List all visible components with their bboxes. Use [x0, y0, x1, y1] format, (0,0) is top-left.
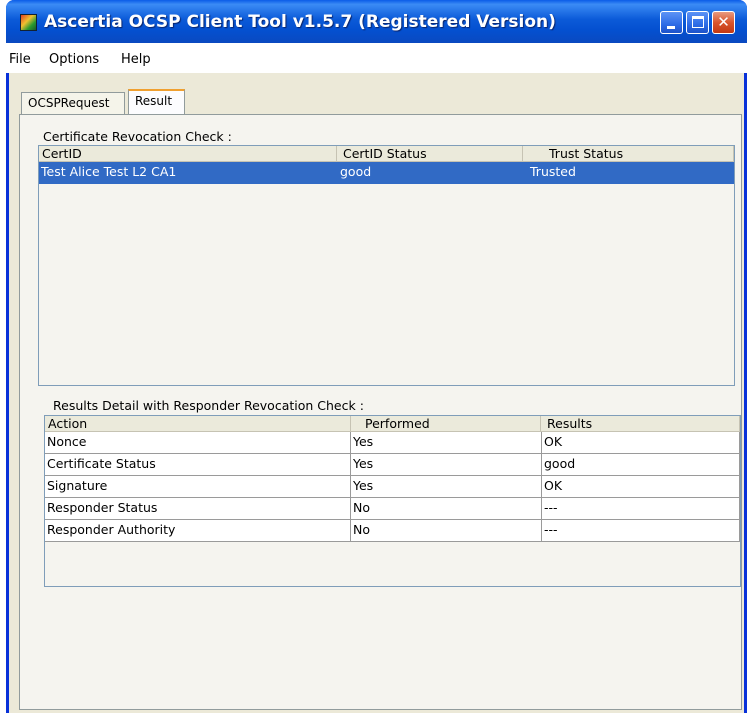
table-row[interactable]: Responder Status No --- — [45, 498, 740, 520]
column-header-trust-status[interactable]: Trust Status — [523, 146, 734, 162]
cell-action: Certificate Status — [45, 454, 351, 476]
table-row[interactable]: Test Alice Test L2 CA1 good Trusted — [39, 162, 734, 184]
cell-action: Responder Status — [45, 498, 351, 520]
column-header-performed[interactable]: Performed — [351, 416, 541, 432]
table-row[interactable]: Nonce Yes OK — [45, 432, 740, 454]
cell-certid: Test Alice Test L2 CA1 — [39, 162, 338, 184]
column-header-certid-status[interactable]: CertID Status — [337, 146, 523, 162]
table-row[interactable]: Certificate Status Yes good — [45, 454, 740, 476]
cell-performed: No — [351, 498, 542, 520]
tab-ocsprequest[interactable]: OCSPRequest — [21, 92, 125, 115]
cell-result: good — [542, 454, 740, 476]
close-button[interactable]: ✕ — [712, 11, 735, 34]
table-row[interactable]: Signature Yes OK — [45, 476, 740, 498]
menu-options[interactable]: Options — [49, 52, 99, 67]
minimize-icon — [667, 26, 675, 29]
revocation-table-header: CertID CertID Status Trust Status — [39, 146, 734, 162]
cell-performed: Yes — [351, 476, 542, 498]
close-icon: ✕ — [717, 13, 730, 31]
cell-result: OK — [542, 476, 740, 498]
revocation-table: CertID CertID Status Trust Status Test A… — [38, 145, 735, 386]
table-row[interactable]: Responder Authority No --- — [45, 520, 740, 542]
details-table-header: Action Performed Results — [45, 416, 740, 432]
cell-certid-status: good — [338, 162, 528, 184]
column-header-certid[interactable]: CertID — [39, 146, 337, 162]
cell-performed: No — [351, 520, 542, 542]
tab-result[interactable]: Result — [128, 89, 185, 115]
details-section-label: Results Detail with Responder Revocation… — [53, 398, 364, 413]
cell-performed: Yes — [351, 454, 542, 476]
cell-action: Signature — [45, 476, 351, 498]
column-header-action[interactable]: Action — [45, 416, 351, 432]
cell-action: Nonce — [45, 432, 351, 454]
cell-result: --- — [542, 520, 740, 542]
title-bar[interactable]: Ascertia OCSP Client Tool v1.5.7 (Regist… — [6, 0, 747, 43]
menu-file[interactable]: File — [9, 52, 31, 67]
cell-trust-status: Trusted — [528, 162, 734, 184]
window-title: Ascertia OCSP Client Tool v1.5.7 (Regist… — [44, 12, 556, 32]
result-panel: Certificate Revocation Check : CertID Ce… — [19, 114, 742, 710]
cell-performed: Yes — [351, 432, 542, 454]
cell-action: Responder Authority — [45, 520, 351, 542]
menu-help[interactable]: Help — [121, 52, 151, 67]
menu-bar: File Options Help — [6, 43, 747, 73]
minimize-button[interactable] — [660, 11, 683, 34]
maximize-button[interactable] — [686, 11, 709, 34]
cell-result: --- — [542, 498, 740, 520]
column-header-results[interactable]: Results — [541, 416, 740, 432]
app-logo-icon[interactable] — [20, 14, 37, 31]
maximize-icon — [692, 16, 704, 28]
app-window: Ascertia OCSP Client Tool v1.5.7 (Regist… — [6, 0, 747, 713]
revocation-section-label: Certificate Revocation Check : — [43, 129, 232, 144]
cell-result: OK — [542, 432, 740, 454]
details-table: Action Performed Results Nonce Yes OK Ce… — [44, 415, 741, 587]
